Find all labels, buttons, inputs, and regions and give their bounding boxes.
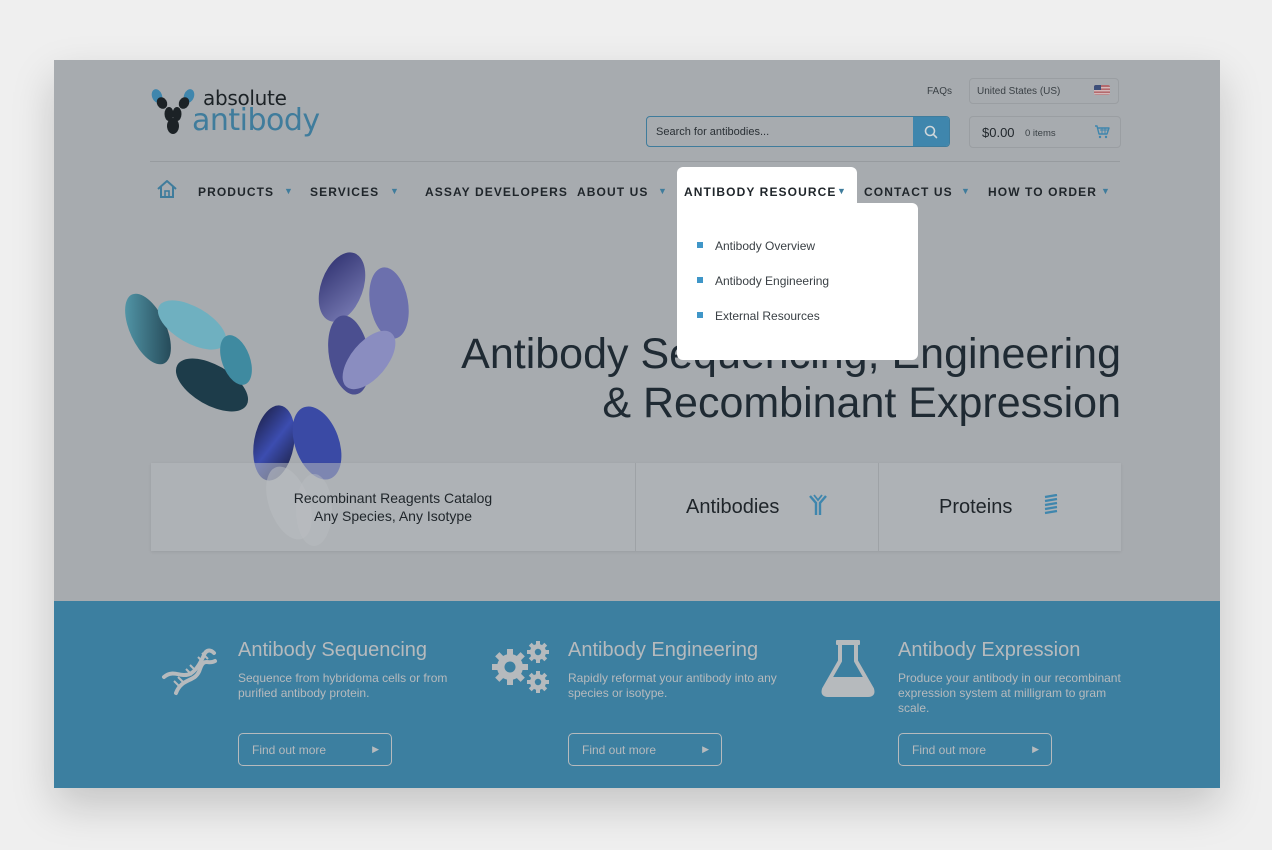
button-label: Find out more [582, 743, 657, 757]
card-proteins[interactable]: Proteins [879, 463, 1121, 551]
nav-services[interactable]: SERVICES [310, 185, 379, 199]
bullet-icon [697, 277, 703, 283]
service-title: Antibody Engineering [568, 639, 759, 661]
header-divider [150, 161, 1120, 162]
faqs-link[interactable]: FAQs [927, 86, 952, 97]
cart-item-count: 0 items [1025, 128, 1056, 139]
card-catalog-line1: Recombinant Reagents Catalog [293, 490, 493, 506]
how-to-order-caret-icon[interactable]: ▼ [1101, 186, 1110, 196]
find-out-more-button[interactable]: Find out more ▶ [238, 733, 392, 766]
country-selector[interactable]: United States (US) [969, 78, 1119, 104]
play-arrow-icon: ▶ [702, 744, 709, 754]
bullet-icon [697, 242, 703, 248]
card-proteins-label: Proteins [939, 496, 1013, 518]
protein-icon [1044, 494, 1058, 515]
page: absolute antibody FAQs United States (US… [54, 60, 1220, 788]
card-antibodies-label: Antibodies [686, 496, 780, 518]
antibody-resource-caret-icon[interactable]: ▼ [837, 186, 846, 196]
play-arrow-icon: ▶ [372, 744, 379, 754]
country-label: United States (US) [977, 86, 1061, 97]
dropdown-item-label: External Resources [715, 309, 820, 323]
search-bar [646, 116, 950, 147]
service-description: Sequence from hybridoma cells or from pu… [238, 671, 448, 700]
services-caret-icon[interactable]: ▼ [390, 186, 399, 196]
antibody-resource-dropdown: Antibody Overview Antibody Engineering E… [677, 203, 918, 360]
logo-text-antibody: antibody [192, 103, 320, 138]
button-label: Find out more [252, 743, 327, 757]
card-recombinant-catalog[interactable]: Recombinant Reagents Catalog Any Species… [151, 463, 635, 551]
nav-how-to-order[interactable]: HOW TO ORDER [988, 185, 1097, 199]
search-button[interactable] [913, 117, 949, 146]
services-band: Antibody Sequencing Sequence from hybrid… [54, 601, 1220, 788]
dropdown-item-label: Antibody Overview [715, 239, 816, 253]
cart-widget[interactable]: $0.00 0 items [969, 116, 1121, 148]
logo-antibody-icon [151, 89, 195, 134]
nav-about-us[interactable]: ABOUT US [577, 185, 648, 199]
nav-contact-us[interactable]: CONTACT US [864, 185, 953, 199]
service-sequencing: Antibody Sequencing Sequence from hybrid… [160, 601, 490, 788]
home-icon[interactable] [156, 179, 178, 199]
service-engineering: Antibody Engineering Rapidly reformat yo… [490, 601, 820, 788]
service-title: Antibody Sequencing [238, 639, 428, 661]
logo[interactable]: absolute antibody [150, 86, 320, 138]
search-icon [924, 125, 938, 138]
nav-antibody-resource[interactable]: ANTIBODY RESOURCE [684, 185, 837, 199]
service-title: Antibody Expression [898, 639, 1081, 661]
cart-total: $0.00 [982, 125, 1015, 140]
nav-assay-developers[interactable]: ASSAY DEVELOPERS [425, 185, 568, 199]
nav-products[interactable]: PRODUCTS [198, 185, 274, 199]
find-out-more-button[interactable]: Find out more ▶ [898, 733, 1052, 766]
category-cards: Recombinant Reagents Catalog Any Species… [151, 463, 1121, 551]
card-antibodies[interactable]: Antibodies [636, 463, 878, 551]
contact-us-caret-icon[interactable]: ▼ [961, 186, 970, 196]
card-catalog-line2: Any Species, Any Isotype [314, 508, 472, 524]
about-us-caret-icon[interactable]: ▼ [658, 186, 667, 196]
service-expression: Antibody Expression Produce your antibod… [820, 601, 1150, 788]
play-arrow-icon: ▶ [1032, 744, 1039, 754]
bullet-icon [697, 312, 703, 318]
dropdown-item-label: Antibody Engineering [715, 274, 830, 288]
service-description: Rapidly reformat your antibody into any … [568, 671, 777, 700]
antibody-icon [809, 494, 827, 515]
us-flag-icon [1094, 85, 1110, 95]
cart-icon [1095, 125, 1110, 139]
products-caret-icon[interactable]: ▼ [284, 186, 293, 196]
hero-title-line2: & Recombinant Expression [602, 379, 1121, 427]
main-nav: PRODUCTS ▼ SERVICES ▼ ASSAY DEVELOPERS A… [150, 167, 1120, 215]
search-input[interactable] [647, 117, 913, 146]
button-label: Find out more [912, 743, 987, 757]
find-out-more-button[interactable]: Find out more ▶ [568, 733, 722, 766]
service-description: Produce your antibody in our recombinant… [898, 671, 1121, 715]
gears-icon [492, 641, 549, 693]
dna-icon [162, 648, 217, 695]
flask-icon [821, 640, 875, 697]
